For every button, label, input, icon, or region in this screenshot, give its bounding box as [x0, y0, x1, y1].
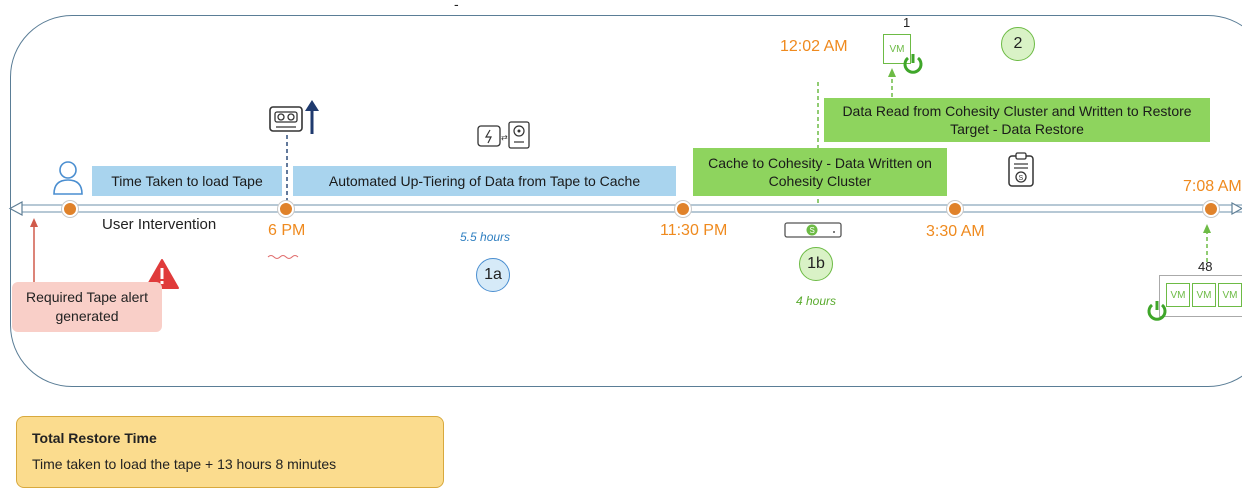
- total-restore-text: Time taken to load the tape + 13 hours 8…: [32, 456, 337, 472]
- duration-1a: 5.5 hours: [460, 230, 511, 244]
- required-tape-alert: Required Tape alert generated: [12, 282, 162, 332]
- svg-text:S: S: [1019, 175, 1024, 182]
- time-330am: 3:30 AM: [926, 223, 985, 240]
- timeline-dot-6pm: [278, 201, 294, 217]
- time-1130pm: 11:30 PM: [660, 222, 728, 239]
- vm-box-3: VM: [1218, 283, 1242, 307]
- vm-box-2: VM: [1192, 283, 1216, 307]
- time-708am: 7:08 AM: [1183, 178, 1242, 195]
- vm-box-1: VM: [1166, 283, 1190, 307]
- timeline-dot-330am: [947, 201, 963, 217]
- up-arrow-icon: [305, 100, 319, 134]
- power-icon: [903, 54, 923, 74]
- total-restore-title: Total Restore Time: [32, 430, 157, 446]
- cohesity-device-icon: S: [784, 222, 842, 238]
- time-1202am: 12:02 AM: [780, 38, 848, 55]
- time-6pm: 6 PM: [268, 222, 306, 239]
- power-icon: [1147, 301, 1167, 321]
- step-1b-badge: 1b: [799, 247, 833, 281]
- user-intervention-label: User Intervention: [102, 216, 217, 233]
- timeline-dot-1130pm: [675, 201, 691, 217]
- time-to-load-box: Time Taken to load Tape: [92, 166, 282, 196]
- vm-count-single: 1: [903, 15, 911, 30]
- svg-text:⇄: ⇄: [501, 133, 508, 142]
- clipboard-icon: S: [1008, 152, 1034, 187]
- duration-1b: 4 hours: [796, 294, 837, 308]
- vm-count-multi: 48: [1198, 259, 1213, 274]
- step-2-badge: 2: [1001, 27, 1035, 61]
- svg-text:S: S: [810, 226, 815, 235]
- tape-drive-icon: ⇄: [477, 121, 530, 149]
- cache-to-cohesity-box: Cache to Cohesity - Data Written on Cohe…: [693, 148, 947, 196]
- step-1a-badge: 1a: [476, 258, 510, 292]
- timeline-dot-start: [62, 201, 78, 217]
- user-icon: [53, 161, 83, 195]
- up-tiering-box: Automated Up-Tiering of Data from Tape t…: [293, 166, 676, 196]
- timeline-dot-708am: [1203, 201, 1219, 217]
- total-restore-box: Total Restore Time Time taken to load th…: [16, 416, 444, 488]
- data-read-box: Data Read from Cohesity Cluster and Writ…: [824, 98, 1210, 142]
- tape-icon: [269, 106, 303, 132]
